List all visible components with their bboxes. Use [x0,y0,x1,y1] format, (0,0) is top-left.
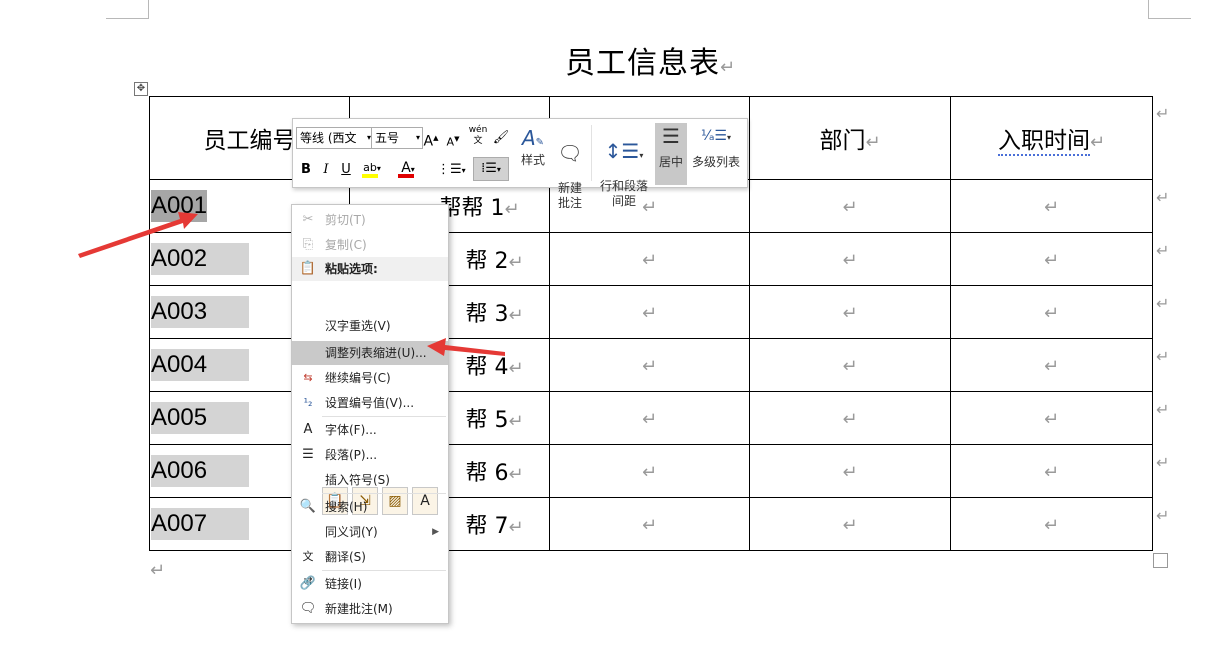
annotation-arrows [78,212,505,356]
arrow-to-adjust-indent [427,338,505,356]
arrow-to-a001 [78,212,198,258]
